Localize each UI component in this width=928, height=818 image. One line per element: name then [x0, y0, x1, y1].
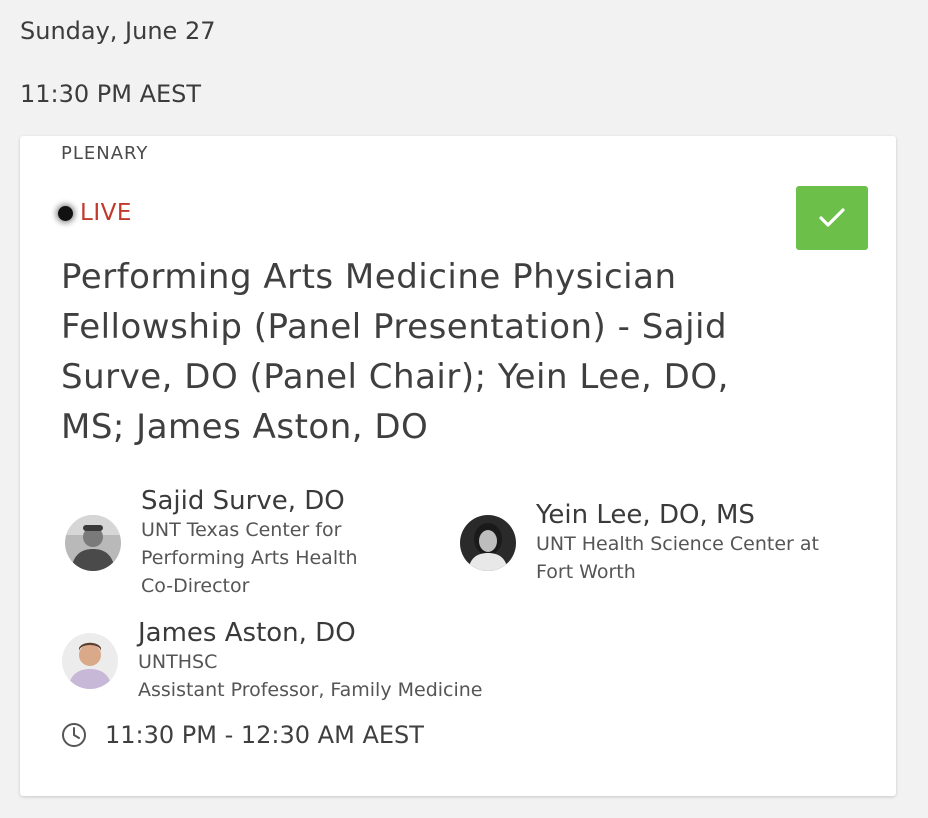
- speaker-name: Yein Lee, DO, MS: [536, 500, 755, 530]
- speaker-affiliation: Performing Arts Health: [141, 547, 358, 569]
- speaker-affiliation: Fort Worth: [536, 561, 636, 583]
- live-dot-icon: [58, 205, 73, 221]
- speaker-affiliation: UNTHSC: [138, 651, 218, 673]
- speaker-role: Assistant Professor, Family Medicine: [138, 679, 483, 701]
- schedule-date: Sunday, June 27: [20, 17, 216, 45]
- session-card[interactable]: PLENARY LIVE Performing Arts Medicine Ph…: [20, 136, 896, 796]
- checkmark-icon: [819, 208, 845, 227]
- avatar: [65, 515, 121, 571]
- session-track: PLENARY: [61, 143, 149, 164]
- speaker-item[interactable]: Sajid Surve, DO UNT Texas Center for Per…: [65, 486, 358, 600]
- speaker-name: Sajid Surve, DO: [141, 486, 345, 516]
- speaker-affiliation: UNT Health Science Center at: [536, 533, 819, 555]
- speaker-item[interactable]: James Aston, DO UNTHSC Assistant Profess…: [62, 618, 483, 704]
- avatar: [62, 633, 118, 689]
- speaker-role: Co-Director: [141, 575, 250, 597]
- session-title[interactable]: Performing Arts Medicine Physician Fello…: [61, 252, 781, 452]
- schedule-time: 11:30 PM AEST: [20, 80, 202, 108]
- speaker-affiliation: UNT Texas Center for: [141, 519, 342, 541]
- session-time-row: 11:30 PM - 12:30 AM AEST: [61, 721, 424, 749]
- speaker-item[interactable]: Yein Lee, DO, MS UNT Health Science Cent…: [460, 500, 819, 586]
- session-time-range: 11:30 PM - 12:30 AM AEST: [105, 721, 424, 749]
- live-indicator: LIVE: [58, 200, 132, 226]
- added-to-schedule-button[interactable]: [796, 186, 868, 250]
- live-label: LIVE: [80, 200, 132, 226]
- avatar: [460, 515, 516, 571]
- clock-icon: [62, 723, 86, 747]
- speaker-name: James Aston, DO: [138, 618, 356, 648]
